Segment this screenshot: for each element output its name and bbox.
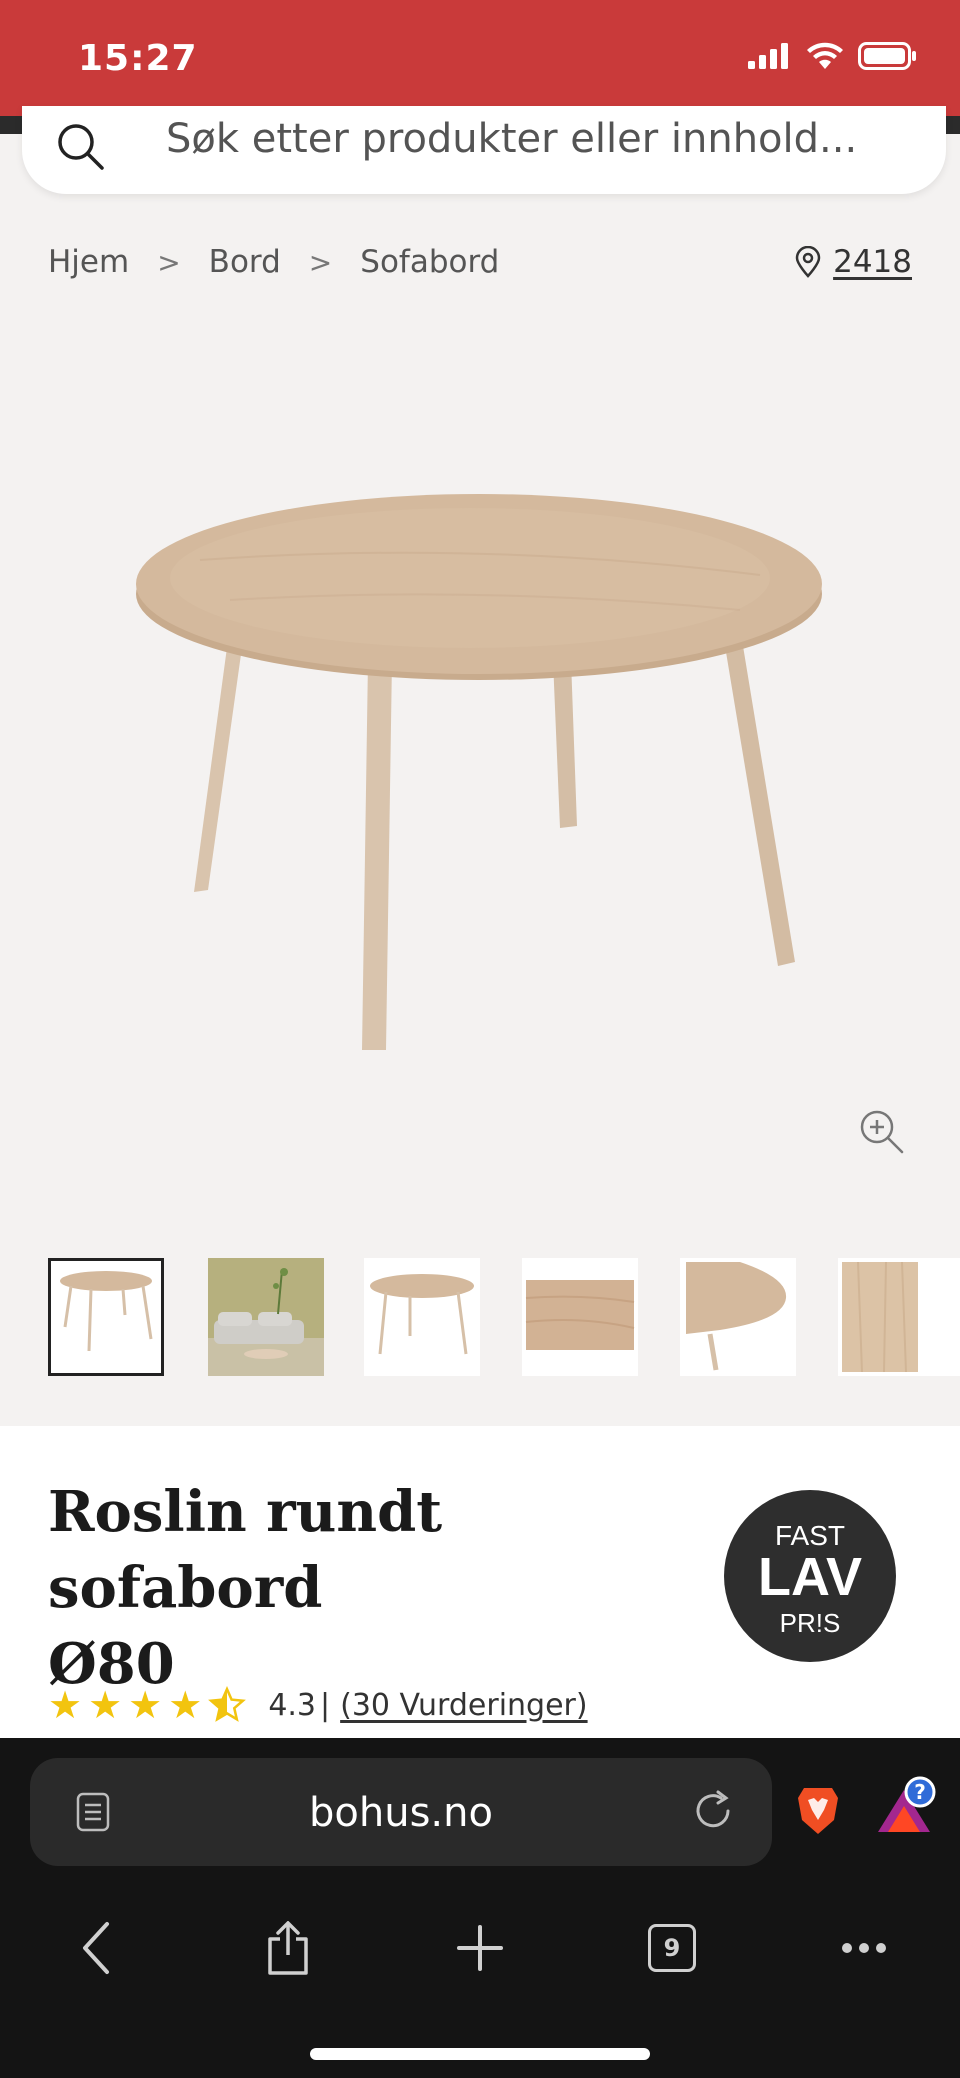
url-text: bohus.no [309, 1790, 493, 1836]
share-button[interactable] [238, 1898, 338, 1998]
status-time: 15:27 [78, 38, 198, 79]
status-icons [748, 42, 918, 70]
brave-icon[interactable] [796, 1784, 840, 1836]
more-button[interactable] [814, 1898, 914, 1998]
home-indicator [310, 2048, 650, 2060]
product-rating: ★ ★ ★ ★ 4.3 | (30 Vurderinger) [48, 1686, 588, 1724]
star-icon: ★ [168, 1683, 203, 1727]
breadcrumb: Hjem > Bord > Sofabord [48, 244, 499, 280]
share-icon [268, 1921, 308, 1975]
star-icon: ★ [128, 1683, 163, 1727]
more-icon [842, 1943, 886, 1953]
thumbnail-5[interactable] [680, 1258, 796, 1376]
breadcrumb-home[interactable]: Hjem [48, 244, 129, 280]
chevron-right-icon: > [157, 245, 181, 279]
product-image[interactable] [0, 320, 960, 1200]
chevron-right-icon: > [308, 245, 333, 279]
thumbnail-6[interactable] [838, 1258, 960, 1376]
fast-lav-pris-badge: FAST LAV PR!S [724, 1490, 896, 1662]
store-location[interactable]: 2418 [795, 244, 912, 280]
location-pin-icon [795, 246, 821, 278]
plus-icon [457, 1925, 503, 1971]
badge-line-3: PR!S [779, 1608, 841, 1638]
signal-icon [748, 43, 788, 69]
thumbnail-3[interactable] [364, 1258, 480, 1376]
search-icon [58, 124, 104, 170]
search-placeholder: Søk etter produkter eller innhold... [166, 116, 858, 162]
new-tab-button[interactable] [430, 1898, 530, 1998]
browser-nav: 9 [0, 1898, 960, 1998]
table-illustration [136, 494, 822, 1050]
tabs-button[interactable]: 9 [622, 1898, 722, 1998]
reviews-link[interactable]: (30 Vurderinger) [340, 1688, 587, 1723]
product-info: Roslin rundt sofabord Ø80 FAST LAV PR!S … [0, 1426, 960, 1738]
rewards-icon[interactable]: ? [872, 1776, 936, 1844]
reload-icon[interactable] [690, 1788, 736, 1834]
address-bar[interactable]: bohus.no [30, 1758, 772, 1866]
rewards-badge: ? [914, 1780, 926, 1804]
breadcrumb-sofabord[interactable]: Sofabord [360, 244, 499, 280]
back-button[interactable] [46, 1898, 146, 1998]
browser-toolbar: bohus.no ? 9 [0, 1738, 960, 2078]
thumbnail-2[interactable] [208, 1258, 324, 1376]
zoom-in-icon[interactable] [856, 1106, 906, 1156]
back-icon [83, 1922, 109, 1974]
location-code: 2418 [833, 244, 912, 280]
product-title-line-1: Roslin rundt sofabord [48, 1479, 443, 1621]
battery-icon [858, 42, 916, 70]
thumbnail-strip [0, 1258, 960, 1378]
breadcrumb-bord[interactable]: Bord [209, 244, 281, 280]
badge-line-2: LAV [758, 1547, 862, 1607]
rating-separator: | [320, 1687, 331, 1723]
star-icon: ★ [88, 1683, 123, 1727]
page: { "status_bar": { "time": "15:27" }, "se… [0, 0, 960, 2078]
thumbnail-1[interactable] [48, 1258, 164, 1376]
thumbnail-4[interactable] [522, 1258, 638, 1376]
rating-value: 4.3 [268, 1687, 317, 1723]
header-edge [0, 116, 24, 134]
tabs-icon: 9 [648, 1924, 696, 1972]
rating-stars: ★ ★ ★ ★ [48, 1683, 247, 1727]
search-input[interactable]: Søk etter produkter eller innhold... [22, 106, 946, 194]
product-title: Roslin rundt sofabord Ø80 [48, 1474, 668, 1702]
half-star-icon [208, 1686, 247, 1722]
status-bar: 15:27 [0, 0, 960, 116]
star-icon: ★ [48, 1683, 83, 1727]
wifi-icon [807, 42, 843, 69]
